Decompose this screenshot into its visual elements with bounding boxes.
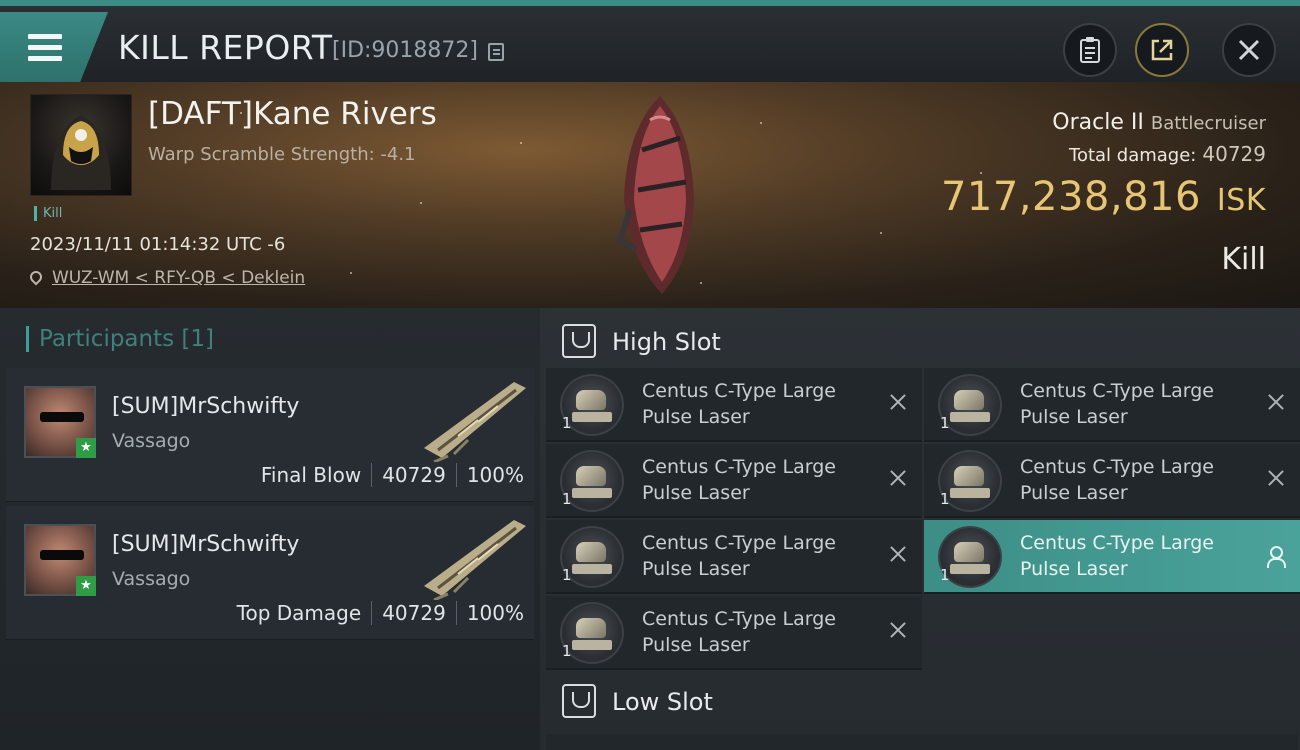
close-button[interactable] [1222, 23, 1276, 77]
module-name: Centus C-Type Large Pulse Laser [642, 456, 836, 504]
participant-card[interactable]: ★ [SUM]MrSchwifty Vassago Top Damage 407… [6, 506, 534, 640]
participant-name: [SUM]MrSchwifty [112, 394, 300, 419]
module-item[interactable]: 1 Centus C-Type Large Pulse Laser [546, 520, 922, 594]
location-link[interactable]: WUZ-WM < RFY-QB < Deklein [52, 268, 305, 288]
sunglasses-icon [40, 550, 84, 560]
module-name: Centus C-Type Large Pulse Laser [642, 380, 836, 428]
low-slot-icon [562, 684, 596, 718]
sunglasses-icon [40, 412, 84, 422]
participant-corp: Vassago [112, 568, 191, 590]
close-icon [1238, 39, 1260, 61]
clipboard-icon [1080, 37, 1100, 63]
page-title: KILL REPORT [118, 28, 333, 67]
low-slot-header: Low Slot [540, 672, 1300, 732]
participant-stats: Final Blow 40729 100% [261, 463, 524, 487]
divider [455, 463, 457, 487]
isk-amount: 717,238,816 [940, 174, 1201, 220]
participant-card[interactable]: ★ [SUM]MrSchwifty Vassago Final Blow 407… [6, 368, 534, 502]
destroyed-icon [1266, 392, 1286, 412]
menu-button[interactable] [0, 12, 108, 88]
divider [455, 601, 457, 625]
module-quantity: 1 [562, 414, 572, 432]
victim-header: [DAFT]Kane Rivers Warp Scramble Strength… [0, 82, 1300, 308]
module-quantity: 1 [562, 642, 572, 660]
location-pin-icon [27, 268, 45, 286]
module-name: Centus C-Type Large Pulse Laser [1020, 532, 1214, 580]
helmet-icon [51, 115, 111, 190]
participant-stats: Top Damage 40729 100% [237, 601, 524, 625]
copy-icon[interactable] [488, 43, 504, 61]
star-icon: ★ [76, 576, 96, 596]
participant-ship-image [424, 520, 526, 600]
participant-damage: 40729 [382, 601, 446, 625]
divider [371, 601, 373, 625]
module-item[interactable]: 1 Centus C-Type Large Pulse Laser [546, 444, 922, 518]
module-name: Centus C-Type Large Pulse Laser [642, 532, 836, 580]
hamburger-icon [28, 34, 62, 67]
divider [371, 463, 373, 487]
module-item[interactable]: 1 Centus C-Type Large Pulse Laser [546, 596, 922, 670]
high-slot-icon [562, 324, 596, 358]
high-slot-title: High Slot [612, 328, 721, 356]
isk-value: 717,238,816 ISK [941, 174, 1266, 220]
total-damage-label: Total damage: [1069, 145, 1197, 166]
module-name: Centus C-Type Large Pulse Laser [1020, 456, 1214, 504]
kill-datetime: 2023/11/11 01:14:32 UTC -6 [30, 234, 286, 255]
kill-tag: Kill [34, 206, 62, 221]
module-item-selected[interactable]: 1 Centus C-Type Large Pulse Laser [924, 520, 1300, 594]
destroyed-icon [888, 544, 908, 564]
participant-corp: Vassago [112, 430, 191, 452]
participants-count: [1] [181, 326, 215, 352]
participants-label: Participants [39, 326, 175, 352]
module-item[interactable]: 1 Centus C-Type Large Pulse Laser [546, 368, 922, 442]
avatar: ★ [24, 386, 96, 458]
destroyed-icon [888, 468, 908, 488]
total-damage: Total damage: 40729 [1069, 142, 1266, 166]
low-slot-list[interactable] [546, 734, 1298, 750]
module-quantity: 1 [940, 566, 950, 584]
ship-name: Oracle II [1052, 110, 1144, 135]
module-quantity: 1 [562, 490, 572, 508]
high-slot-header: High Slot [540, 312, 1300, 372]
low-slot-title: Low Slot [612, 688, 713, 716]
ship-type[interactable]: Oracle II Battlecruiser [1052, 110, 1266, 135]
result-label: Kill [1221, 242, 1266, 277]
participant-name: [SUM]MrSchwifty [112, 532, 300, 557]
victim-ship-image [616, 96, 694, 294]
destroyed-icon [888, 620, 908, 640]
destroyed-icon [888, 392, 908, 412]
participant-role: Final Blow [260, 463, 362, 487]
victim-name[interactable]: [DAFT]Kane Rivers [148, 96, 437, 132]
fitting-panel: High Slot 1 Centus C-Type Large Pulse La… [540, 308, 1300, 750]
module-name: Centus C-Type Large Pulse Laser [642, 608, 836, 656]
avatar: ★ [24, 524, 96, 596]
share-icon [1151, 39, 1173, 61]
share-button[interactable] [1135, 23, 1189, 77]
module-quantity: 1 [562, 566, 572, 584]
total-damage-value: 40729 [1202, 142, 1266, 166]
participant-role: Top Damage [236, 601, 362, 625]
participant-percent: 100% [466, 601, 524, 625]
module-item[interactable]: 1 Centus C-Type Large Pulse Laser [924, 368, 1300, 442]
participants-panel: Participants [1] ★ [SUM]MrSchwifty Vassa… [0, 308, 540, 750]
top-bar: KILL REPORT [ID:9018872] [0, 0, 1300, 88]
participants-title: Participants [1] [26, 326, 214, 352]
module-item[interactable]: 1 Centus C-Type Large Pulse Laser [924, 444, 1300, 518]
victim-portrait[interactable] [30, 94, 132, 196]
destroyed-icon [1266, 468, 1286, 488]
participant-ship-image [424, 382, 526, 462]
clipboard-button[interactable] [1063, 23, 1117, 77]
person-icon [1266, 546, 1286, 568]
warp-scramble-strength: Warp Scramble Strength: -4.1 [148, 144, 416, 165]
module-name: Centus C-Type Large Pulse Laser [1020, 380, 1214, 428]
isk-unit: ISK [1216, 183, 1266, 218]
module-quantity: 1 [940, 414, 950, 432]
participant-percent: 100% [466, 463, 524, 487]
report-id: [ID:9018872] [332, 38, 478, 63]
ship-class: Battlecruiser [1150, 113, 1266, 134]
participant-damage: 40729 [382, 463, 446, 487]
module-quantity: 1 [940, 490, 950, 508]
kill-location[interactable]: WUZ-WM < RFY-QB < Deklein [27, 268, 305, 288]
star-icon: ★ [76, 438, 96, 458]
